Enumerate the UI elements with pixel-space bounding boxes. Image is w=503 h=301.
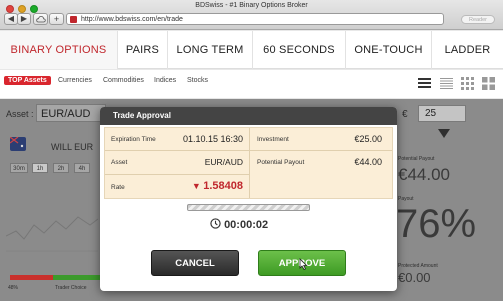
australia-flag-icon [10,137,26,151]
list-view-icon[interactable] [418,77,431,90]
rate-value: ▼ 1.58408 [165,180,243,192]
tab-pairs[interactable]: PAIRS [118,31,168,69]
asset-label: Asset [111,159,128,166]
dialog-title: Trade Approval [100,107,397,125]
time-button-30m[interactable]: 30m [10,163,28,173]
rate-label: Rate [111,184,125,191]
asset-select[interactable]: EUR/AUD [36,104,106,122]
asset-filter-bar: TOP Assets Currencies Commodities Indice… [0,70,503,98]
countdown-timer: 00:00:02 [210,218,268,231]
investment-label: Investment [257,136,289,143]
countdown-timer-value: 00:00:02 [224,219,269,231]
potential-payout-value: €44.00 [354,157,382,167]
euro-sign: € [402,109,408,120]
potential-payout-label-bg: Potential Payout [398,156,435,162]
cancel-button[interactable]: CANCEL [151,250,239,276]
tab-ladder[interactable]: LADDER [432,31,503,69]
compact-list-view-icon[interactable] [440,77,453,90]
cloud-icon [35,16,46,23]
main-navigation: BINARY OPTIONS PAIRS LONG TERM 60 SECOND… [0,31,503,69]
filter-indices[interactable]: Indices [154,77,176,84]
asset-label: Asset : [6,109,34,119]
filter-commodities[interactable]: Commodities [103,77,144,84]
protected-amount-label-bg: Protected Amount [398,263,438,269]
will-text: WILL EUR [51,142,94,152]
url-text: http://www.bdswiss.com/en/trade [81,16,183,23]
tile-view-icon[interactable] [482,77,495,90]
time-button-1h[interactable]: 1h [32,163,48,173]
grid-view-icon[interactable] [461,77,474,90]
expiration-time-label: Expiration Time [111,136,156,143]
forward-button[interactable]: ▶ [17,13,31,25]
site-favicon-icon [70,16,77,23]
expiration-time-value: 01.10.15 16:30 [182,134,243,144]
back-button[interactable]: ◀ [4,13,18,25]
trader-choice-percent: 48% [8,285,19,291]
protected-value-bg: €0.00 [398,270,431,285]
tab-binary-options[interactable]: BINARY OPTIONS [0,31,118,69]
asset-value: EUR/AUD [204,157,243,167]
tab-60-seconds[interactable]: 60 SECONDS [253,31,346,69]
price-chart-background [6,216,98,252]
payout-percent-bg: 76% [396,202,477,246]
rate-number: 1.58408 [203,180,243,192]
rate-down-arrow-icon: ▼ [191,181,204,191]
put-arrow-icon[interactable] [438,129,450,139]
payout-value-bg: €44.00 [398,165,450,184]
amount-input[interactable]: 25 [418,105,466,122]
trader-choice-label: Trader Choice [55,285,87,291]
reader-button[interactable]: Reader [461,15,495,24]
browser-chrome: BDSwiss - #1 Binary Options Broker ◀ ▶ +… [0,0,503,30]
amount-input-value: 25 [425,108,437,119]
add-bookmark-button[interactable]: + [49,13,64,25]
time-button-2h[interactable]: 2h [53,163,69,173]
potential-payout-label: Potential Payout [257,159,305,166]
filter-currencies[interactable]: Currencies [58,77,92,84]
tab-one-touch[interactable]: ONE-TOUCH [346,31,432,69]
clock-icon [210,218,221,229]
window-title: BDSwiss - #1 Binary Options Broker [195,2,308,9]
approval-progress-bar [187,204,310,211]
trade-approval-dialog: Trade Approval Expiration Time 01.10.15 … [100,107,397,291]
trade-details-panel: Expiration Time 01.10.15 16:30 Asset EUR… [104,127,393,199]
filter-top-assets[interactable]: TOP Assets [4,76,51,85]
mouse-cursor-icon [299,258,308,270]
divider [105,174,249,175]
time-button-4h[interactable]: 4h [74,163,90,173]
investment-value: €25.00 [354,134,382,144]
trader-choice-bar [10,275,100,280]
column-divider [249,128,250,198]
asset-select-value: EUR/AUD [41,108,91,120]
home-button[interactable] [33,13,48,25]
address-bar[interactable]: http://www.bdswiss.com/en/trade [66,13,444,25]
tab-long-term[interactable]: LONG TERM [168,31,253,69]
filter-stocks[interactable]: Stocks [187,77,208,84]
